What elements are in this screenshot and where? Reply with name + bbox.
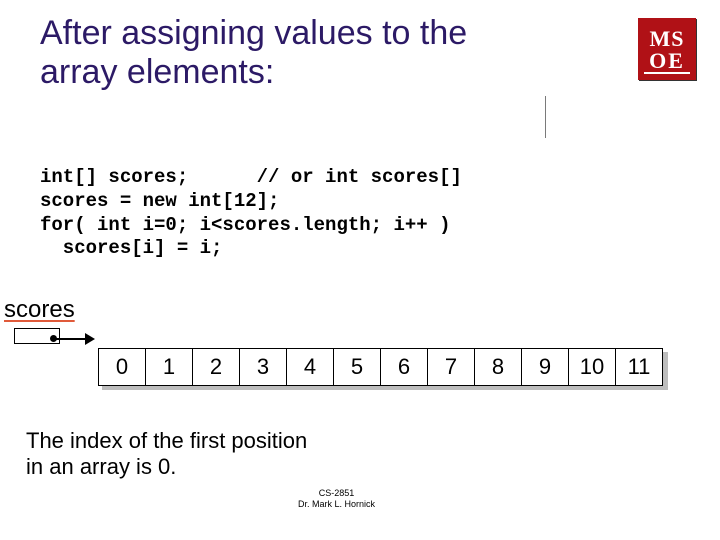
array-cells: 0 1 2 3 4 5 6 7 8 9 10 11 xyxy=(98,348,663,386)
title-divider xyxy=(545,96,546,138)
array-cell-value: 0 xyxy=(98,348,146,386)
array-cell-value: 5 xyxy=(333,348,381,386)
logo-underline xyxy=(644,72,690,74)
array-cell-value: 6 xyxy=(380,348,428,386)
logo-text-bottom: OE xyxy=(649,50,685,72)
array-cell: 8 xyxy=(475,348,522,386)
code-block: int[] scores; // or int scores[] scores … xyxy=(40,166,462,261)
array-cell: 7 xyxy=(428,348,475,386)
slide-footer: CS-2851 Dr. Mark L. Hornick xyxy=(298,488,375,510)
array-cell-value: 8 xyxy=(474,348,522,386)
reference-arrow-line xyxy=(55,338,87,340)
array-cell: 2 xyxy=(193,348,240,386)
array-cell-value: 1 xyxy=(145,348,193,386)
logo-text-top: MS xyxy=(650,28,685,50)
array-cell: 11 xyxy=(616,348,663,386)
slide-title: After assigning values to the array elem… xyxy=(40,14,540,92)
array-cell-value: 3 xyxy=(239,348,287,386)
array-variable-label: scores xyxy=(4,296,75,324)
array-cell-value: 9 xyxy=(521,348,569,386)
array-cell-value: 11 xyxy=(615,348,663,386)
array-cell: 9 xyxy=(522,348,569,386)
footer-course: CS-2851 xyxy=(298,488,375,499)
msoe-logo: MS OE xyxy=(638,18,696,80)
array-cell: 3 xyxy=(240,348,287,386)
array-cell-value: 2 xyxy=(192,348,240,386)
array-cell-value: 4 xyxy=(286,348,334,386)
array-cell: 4 xyxy=(287,348,334,386)
array-cell-value: 10 xyxy=(568,348,616,386)
array-cell: 10 xyxy=(569,348,616,386)
array-cell: 5 xyxy=(334,348,381,386)
slide-caption: The index of the first position in an ar… xyxy=(26,428,326,481)
array-cell: 0 xyxy=(98,348,146,386)
array-cell: 1 xyxy=(146,348,193,386)
reference-arrow-head-icon xyxy=(85,333,95,345)
footer-author: Dr. Mark L. Hornick xyxy=(298,499,375,510)
array-cell: 6 xyxy=(381,348,428,386)
array-cell-value: 7 xyxy=(427,348,475,386)
